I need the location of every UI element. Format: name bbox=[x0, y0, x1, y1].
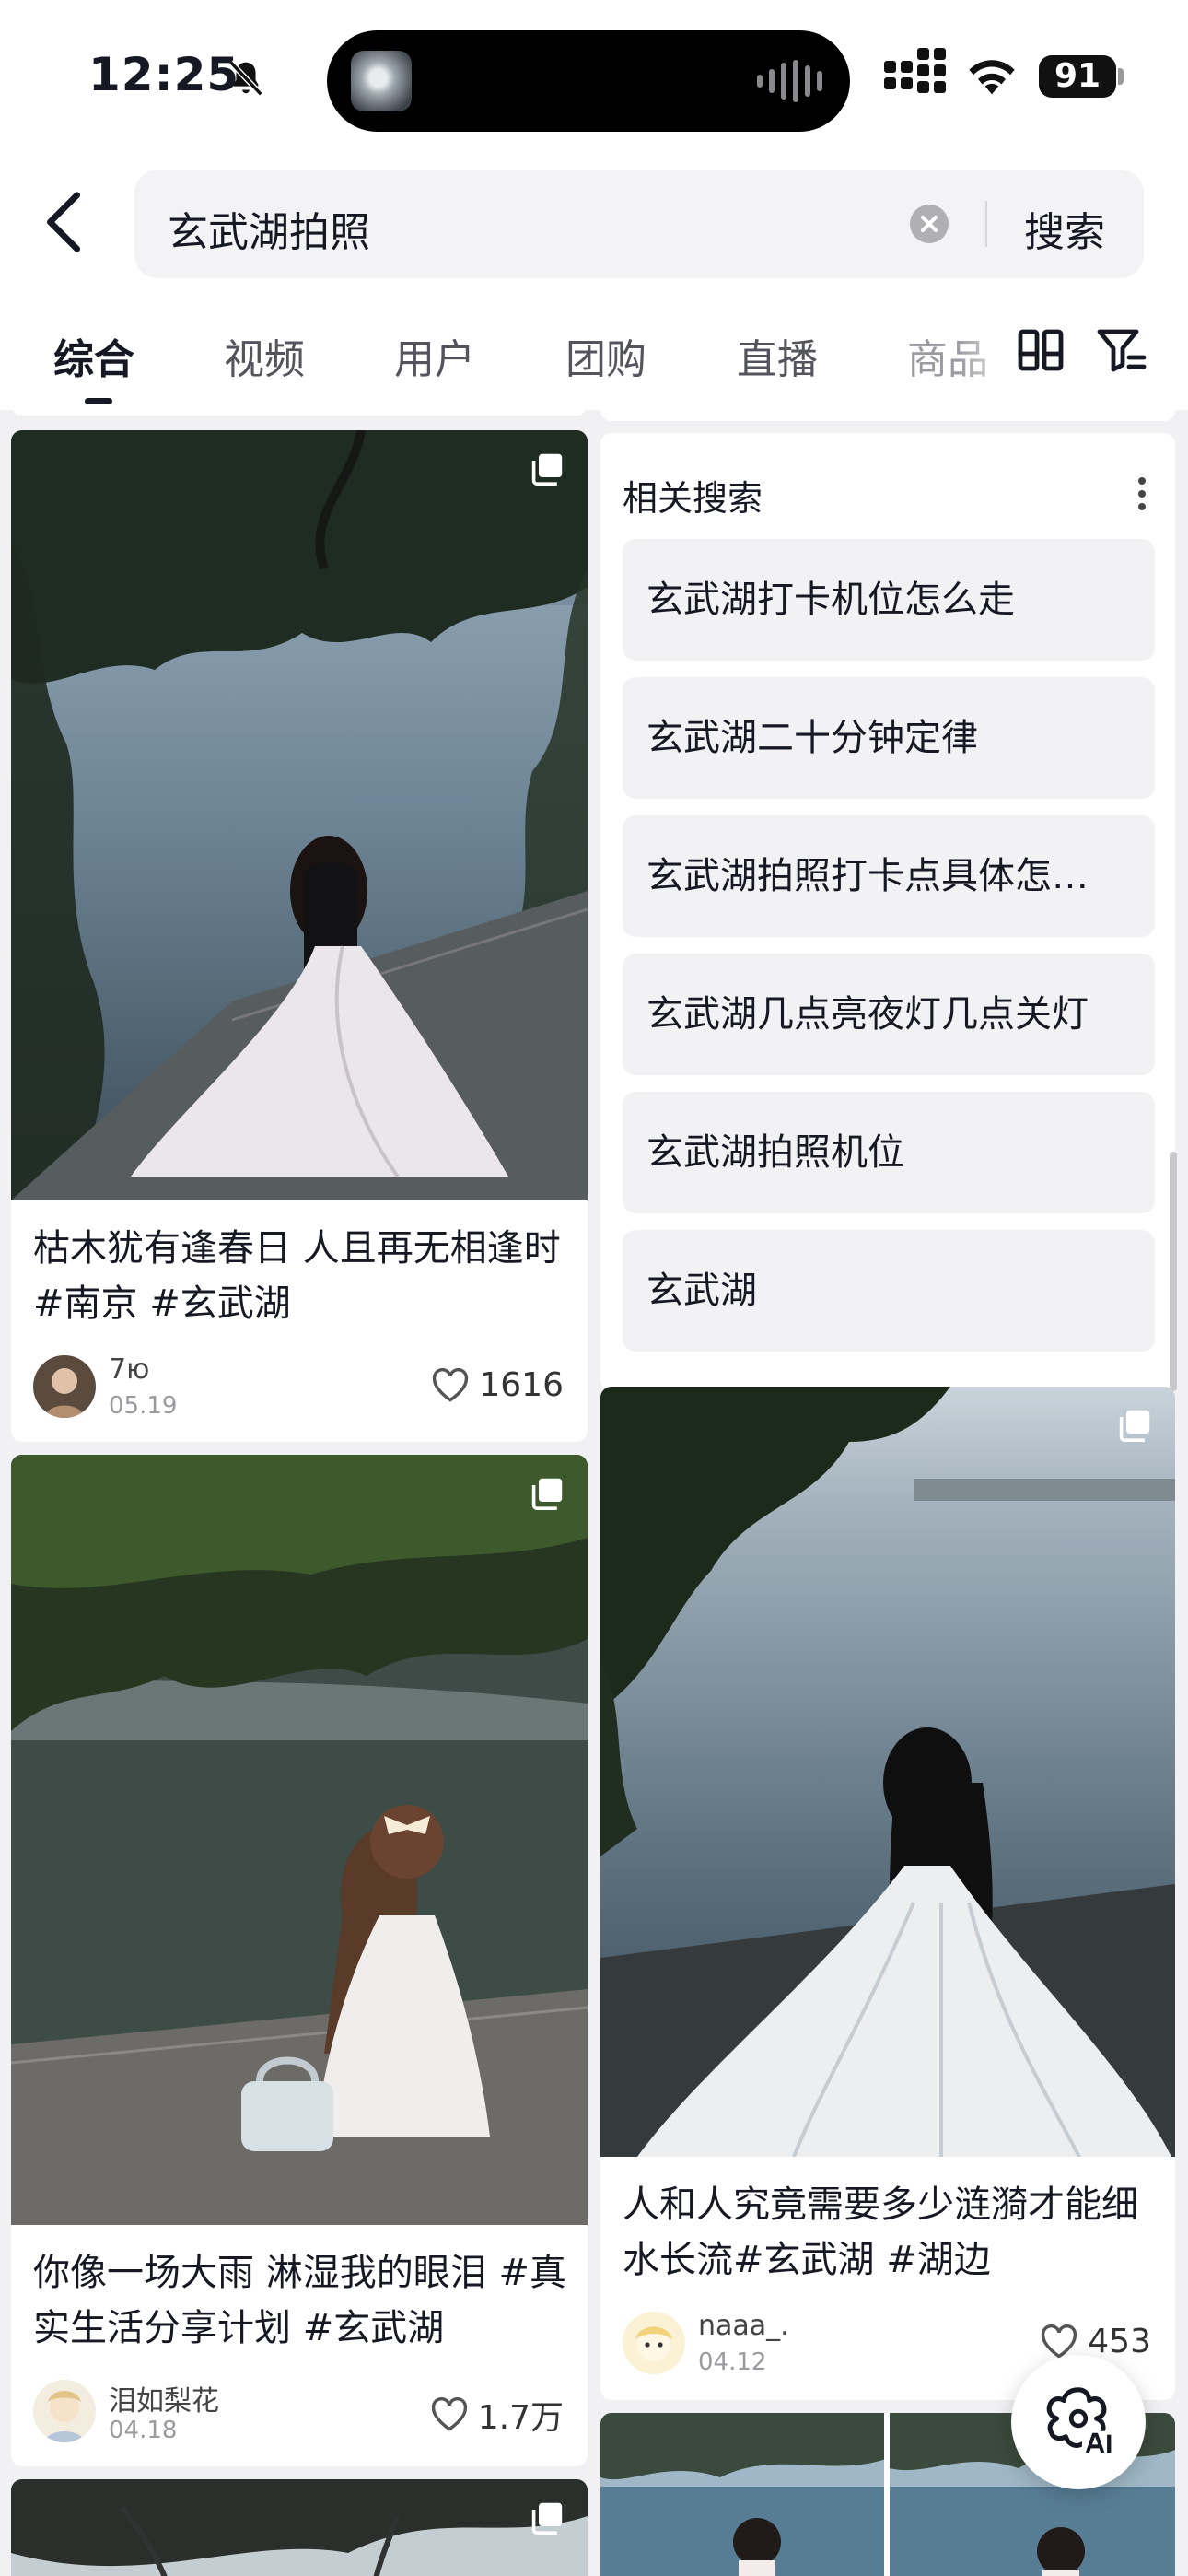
status-time: 12:25 bbox=[88, 48, 240, 101]
battery-indicator: 91 bbox=[1039, 55, 1116, 98]
search-bar[interactable]: 玄武湖拍照 搜索 bbox=[134, 170, 1144, 278]
bell-slash-icon bbox=[228, 60, 263, 97]
related-searches-card: 相关搜索 玄武湖打卡机位怎么走 玄武湖二十分钟定律 玄武湖拍照打卡点具体怎… 玄… bbox=[600, 433, 1175, 1391]
related-searches-title: 相关搜索 bbox=[623, 478, 763, 519]
double-column-icon[interactable] bbox=[1017, 326, 1065, 374]
like-button[interactable]: 1616 bbox=[431, 1366, 564, 1404]
ai-assistant-icon bbox=[1046, 2387, 1115, 2457]
search-button[interactable]: 搜索 bbox=[1024, 199, 1105, 258]
post-date: 04.18 bbox=[109, 2417, 178, 2444]
post-cover-image bbox=[11, 430, 588, 1200]
header: 12:25 91 玄武湖拍照 搜索 综合 视频 用户 团购 直播 商品 bbox=[0, 0, 1188, 410]
category-tabs: 综合 视频 用户 团购 直播 商品 bbox=[0, 313, 1188, 405]
post-title: 枯木犹有逢春日 人且再无相逢时#南京 #玄武湖 bbox=[33, 1227, 561, 1325]
status-bar: 12:25 91 bbox=[0, 0, 1188, 157]
related-search-item[interactable]: 玄武湖几点亮夜灯几点关灯 bbox=[623, 954, 1155, 1075]
multi-image-icon bbox=[531, 453, 563, 486]
post-date: 04.12 bbox=[698, 2348, 767, 2376]
post-title: 人和人究竟需要多少涟漪才能细水长流#玄武湖 #湖边 bbox=[623, 2184, 1138, 2281]
dynamic-island[interactable] bbox=[327, 30, 850, 132]
tab-live[interactable]: 直播 bbox=[737, 326, 818, 385]
now-playing-artwork bbox=[351, 51, 412, 111]
tab-video[interactable]: 视频 bbox=[224, 326, 305, 385]
post-cover-image bbox=[11, 1455, 588, 2225]
like-button[interactable]: 1.7万 bbox=[430, 2391, 564, 2439]
more-options-icon[interactable] bbox=[1138, 477, 1147, 514]
post-card-partial[interactable] bbox=[11, 2479, 588, 2576]
search-results-feed[interactable]: 枯木犹有逢春日 人且再无相逢时#南京 #玄武湖 7ю 05.19 1616 相关… bbox=[0, 410, 1188, 2576]
audio-waveform-icon bbox=[757, 60, 822, 102]
multi-image-icon bbox=[531, 1478, 563, 1510]
avatar[interactable] bbox=[623, 2312, 685, 2374]
tab-users[interactable]: 用户 bbox=[394, 326, 475, 385]
clear-circle-icon[interactable] bbox=[910, 205, 949, 243]
active-tab-indicator bbox=[85, 398, 112, 404]
search-divider bbox=[985, 201, 987, 247]
heart-outline-icon bbox=[433, 1367, 469, 1402]
heart-outline-icon bbox=[1042, 2324, 1077, 2359]
battery-tip bbox=[1118, 68, 1124, 85]
post-cover-image bbox=[11, 2479, 588, 2576]
related-search-item[interactable]: 玄武湖 bbox=[623, 1230, 1155, 1352]
like-button[interactable]: 453 bbox=[1040, 2323, 1151, 2360]
related-search-item[interactable]: 玄武湖拍照打卡点具体怎… bbox=[623, 815, 1155, 937]
multi-image-icon bbox=[531, 2502, 563, 2535]
related-search-item[interactable]: 玄武湖打卡机位怎么走 bbox=[623, 539, 1155, 661]
multi-image-icon bbox=[1119, 1410, 1150, 1442]
post-author[interactable]: 泪如梨花 bbox=[109, 2378, 219, 2418]
previous-card-right bbox=[600, 410, 1175, 421]
post-card[interactable]: 你像一场大雨 淋湿我的眼泪 #真实生活分享计划 #玄武湖 泪如梨花 04.18 … bbox=[11, 1455, 588, 2466]
tabs-fade-overlay bbox=[958, 313, 1022, 396]
avatar[interactable] bbox=[33, 1355, 96, 1418]
cellular-signal-icon bbox=[884, 48, 946, 93]
post-date: 05.19 bbox=[109, 1392, 178, 1420]
previous-card-left bbox=[11, 410, 588, 416]
like-count: 1.7万 bbox=[477, 2399, 564, 2437]
post-title: 你像一场大雨 淋湿我的眼泪 #真实生活分享计划 #玄武湖 bbox=[33, 2252, 566, 2349]
post-card[interactable]: 枯木犹有逢春日 人且再无相逢时#南京 #玄武湖 7ю 05.19 1616 bbox=[11, 430, 588, 1442]
related-search-item[interactable]: 玄武湖二十分钟定律 bbox=[623, 677, 1155, 799]
post-card[interactable]: 人和人究竟需要多少涟漪才能细水长流#玄武湖 #湖边 naaa_. 04.12 4… bbox=[600, 1387, 1175, 2400]
post-author[interactable]: naaa_. bbox=[698, 2310, 789, 2342]
like-count: 453 bbox=[1088, 2323, 1151, 2360]
tab-comprehensive[interactable]: 综合 bbox=[53, 326, 134, 385]
post-author[interactable]: 7ю bbox=[109, 1353, 149, 1386]
post-cover-image bbox=[600, 1387, 1175, 2157]
heart-outline-icon bbox=[431, 2397, 467, 2431]
tab-group-buy[interactable]: 团购 bbox=[565, 326, 646, 385]
avatar[interactable] bbox=[33, 2380, 96, 2442]
search-input[interactable]: 玄武湖拍照 bbox=[168, 199, 370, 258]
ai-assistant-button[interactable] bbox=[1011, 2355, 1146, 2489]
chevron-left-icon[interactable] bbox=[37, 190, 92, 254]
wifi-icon bbox=[969, 60, 1015, 95]
scroll-indicator[interactable] bbox=[1170, 1152, 1177, 1391]
related-search-item[interactable]: 玄武湖拍照机位 bbox=[623, 1092, 1155, 1213]
filter-funnel-icon[interactable] bbox=[1096, 326, 1147, 374]
like-count: 1616 bbox=[479, 1366, 564, 1404]
